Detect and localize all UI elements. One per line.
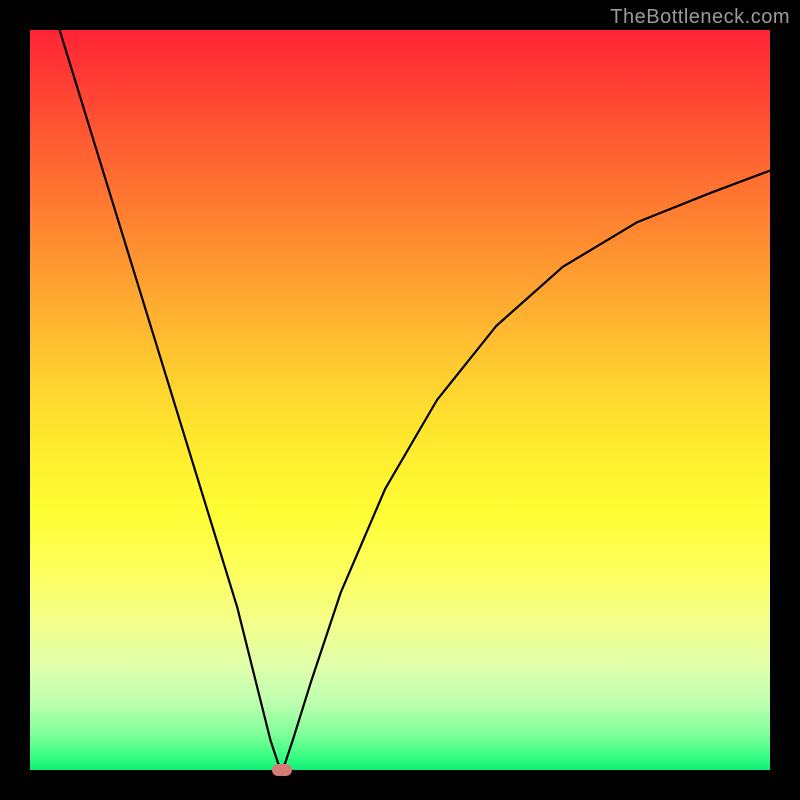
chart-frame: TheBottleneck.com bbox=[0, 0, 800, 800]
optimal-point-marker bbox=[272, 764, 292, 776]
bottleneck-curve bbox=[30, 30, 770, 770]
plot-area bbox=[30, 30, 770, 770]
watermark-text: TheBottleneck.com bbox=[610, 6, 790, 29]
